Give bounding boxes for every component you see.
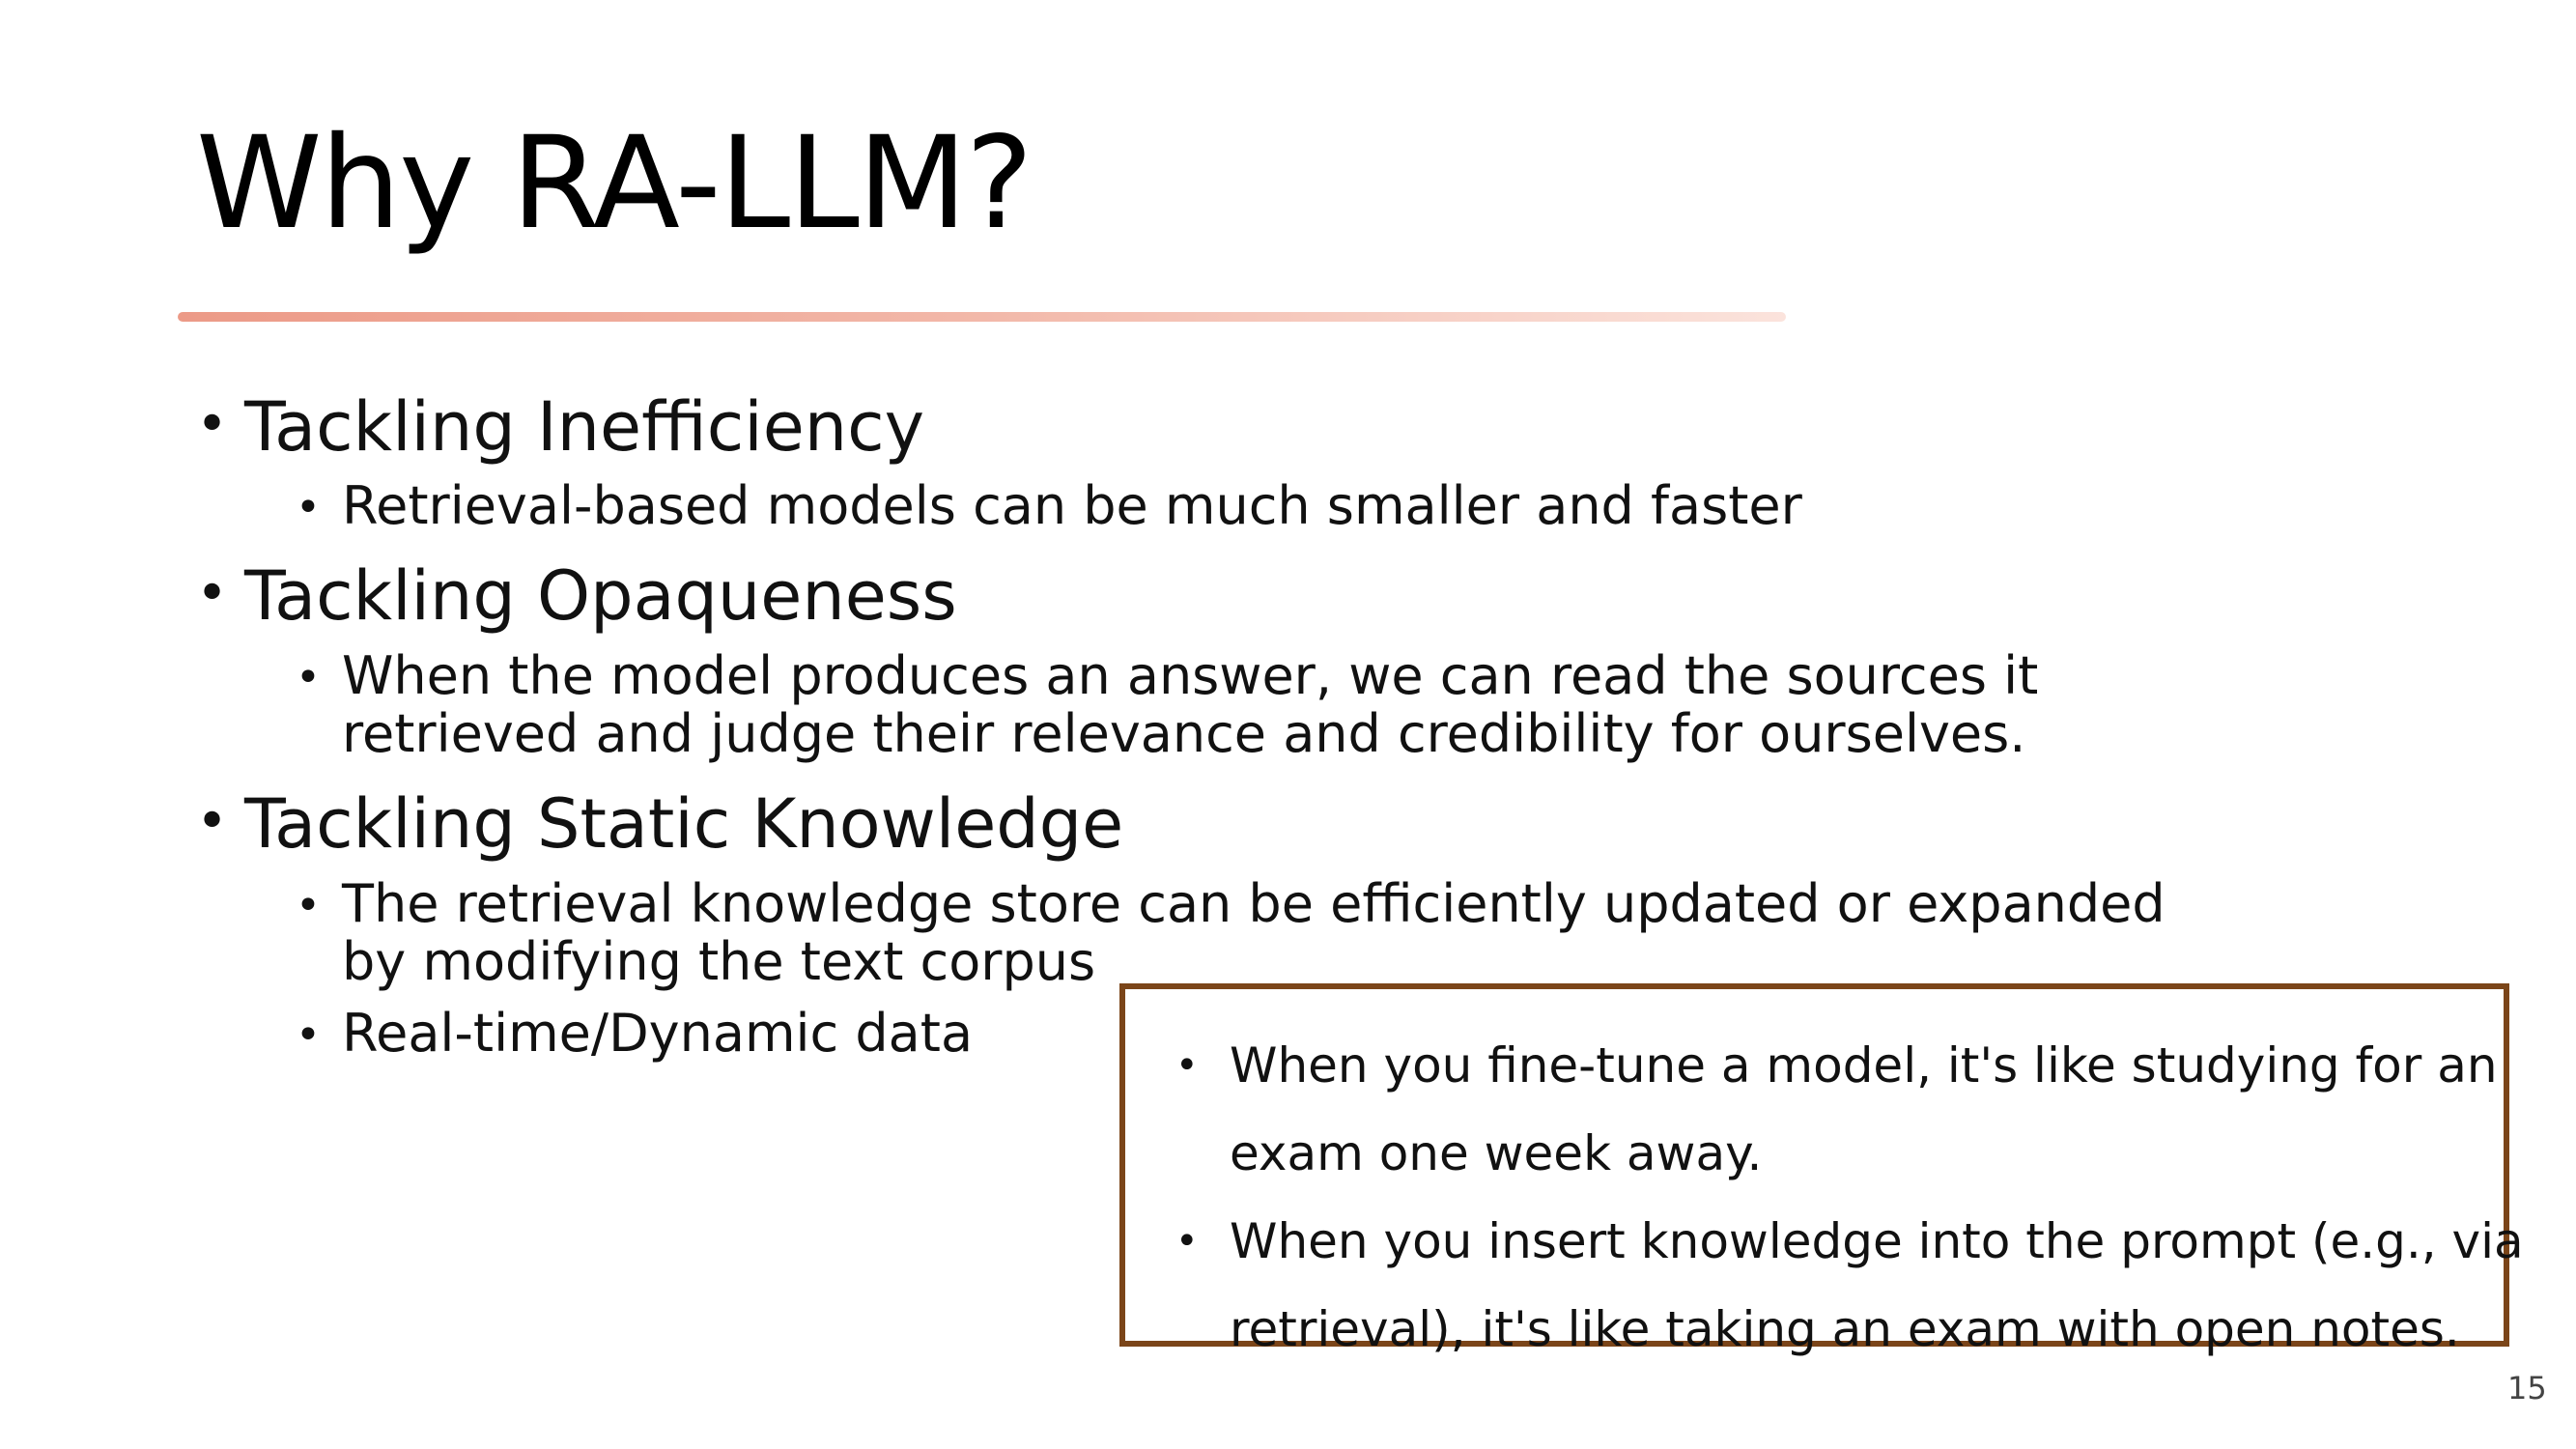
bullet-dot-icon: •	[196, 790, 229, 853]
title-underline	[178, 312, 1786, 322]
bullet-dot-icon: •	[196, 562, 229, 625]
sub-bullet-text: Retrieval-based models can be much small…	[342, 475, 1802, 536]
callout-text: retrieval), it's like taking an exam wit…	[1230, 1301, 2460, 1357]
sub-bullet-text: retrieved and judge their relevance and …	[342, 703, 2026, 764]
slide-title: Why RA-LLM?	[196, 109, 1033, 258]
callout-box: • When you fine-tune a model, it's like …	[1119, 983, 2524, 1357]
callout-text: When you fine-tune a model, it's like st…	[1230, 1037, 2498, 1094]
page-number: 15	[2507, 1370, 2547, 1406]
bullet-dot-icon: •	[296, 653, 321, 702]
bullet-heading: Tackling Opaqueness	[244, 556, 957, 636]
bullet-dot-icon: •	[296, 881, 321, 930]
callout-text: exam one week away.	[1230, 1125, 1763, 1181]
callout-text: When you insert knowledge into the promp…	[1230, 1213, 2524, 1269]
bullet-dot-icon: •	[296, 1010, 321, 1060]
bullet-dot-icon: •	[196, 393, 229, 456]
bullet-dot-icon: •	[1175, 1219, 1199, 1264]
bullet-heading: Tackling Static Knowledge	[244, 784, 1124, 864]
sub-bullet-text: Real-time/Dynamic data	[342, 1003, 974, 1064]
sub-bullet-text: by modifying the text corpus	[342, 931, 1096, 992]
bullet-heading: Tackling Inefficiency	[244, 387, 925, 467]
bullet-dot-icon: •	[1175, 1043, 1199, 1088]
slide: Why RA-LLM? • Tackling Inefficiency • Re…	[0, 0, 2576, 1449]
sub-bullet-text: When the model produces an answer, we ca…	[342, 645, 2039, 706]
bullet-dot-icon: •	[296, 483, 321, 532]
sub-bullet-text: The retrieval knowledge store can be eff…	[342, 873, 2166, 934]
